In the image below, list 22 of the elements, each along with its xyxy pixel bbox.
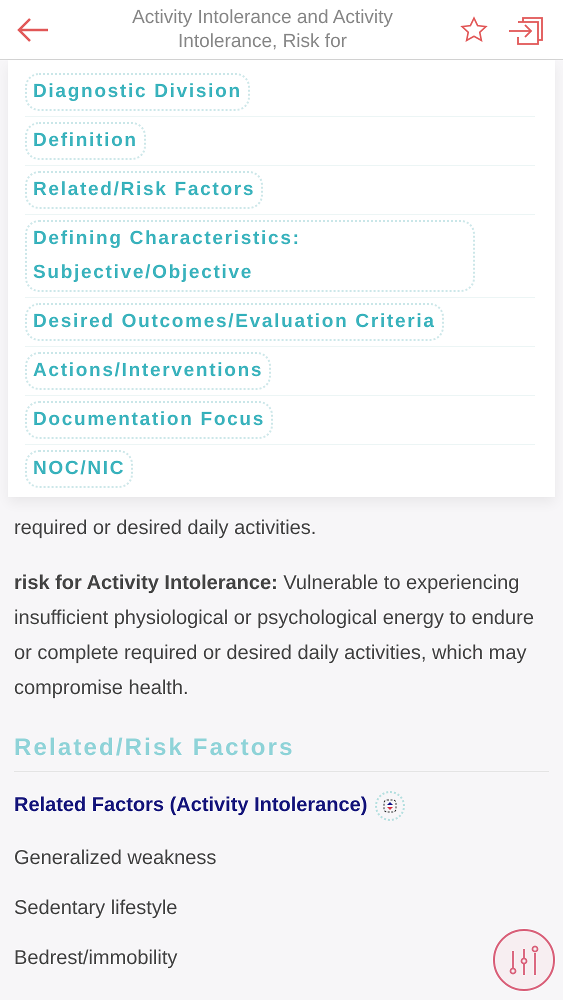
factor-item: Bedrest/immobility	[14, 946, 178, 971]
section-link[interactable]: Documentation Focus	[25, 401, 273, 439]
back-arrow-icon	[16, 16, 50, 42]
star-icon	[459, 14, 489, 44]
definition-paragraph: risk for Activity Intolerance: Vulnerable to experiencing insufficient physiological or psychological energy to endure or complete required or desired daily activities, which may compromise health.	[14, 571, 535, 701]
toggle-button[interactable]	[375, 790, 406, 820]
factor-item: Sedentary lifestyle	[14, 896, 178, 921]
section-link[interactable]: Related/Risk Factors	[25, 171, 264, 209]
section-heading: Related/Risk Factors	[14, 730, 549, 772]
section-link[interactable]: Defining Characteristics: Subjective/Objective	[25, 220, 475, 292]
export-icon	[508, 14, 546, 44]
section-link[interactable]: Definition	[25, 122, 146, 160]
sliders-icon	[507, 943, 541, 977]
expand-collapse-icon	[383, 798, 398, 812]
definition-paragraph: required or desired daily activities.	[14, 516, 318, 541]
subheading: Related Factors (Activity Intolerance)	[14, 793, 368, 818]
section-link[interactable]: Desired Outcomes/Evaluation Criteria	[25, 303, 444, 341]
section-link[interactable]: NOC/NIC	[25, 450, 134, 488]
section-link[interactable]: Diagnostic Division	[25, 73, 250, 111]
window-title: Activity Intolerance and Activity Intolerance, Risk for	[131, 6, 394, 54]
section-link[interactable]: Actions/Interventions	[25, 352, 272, 390]
factor-item: Generalized weakness	[14, 846, 216, 871]
